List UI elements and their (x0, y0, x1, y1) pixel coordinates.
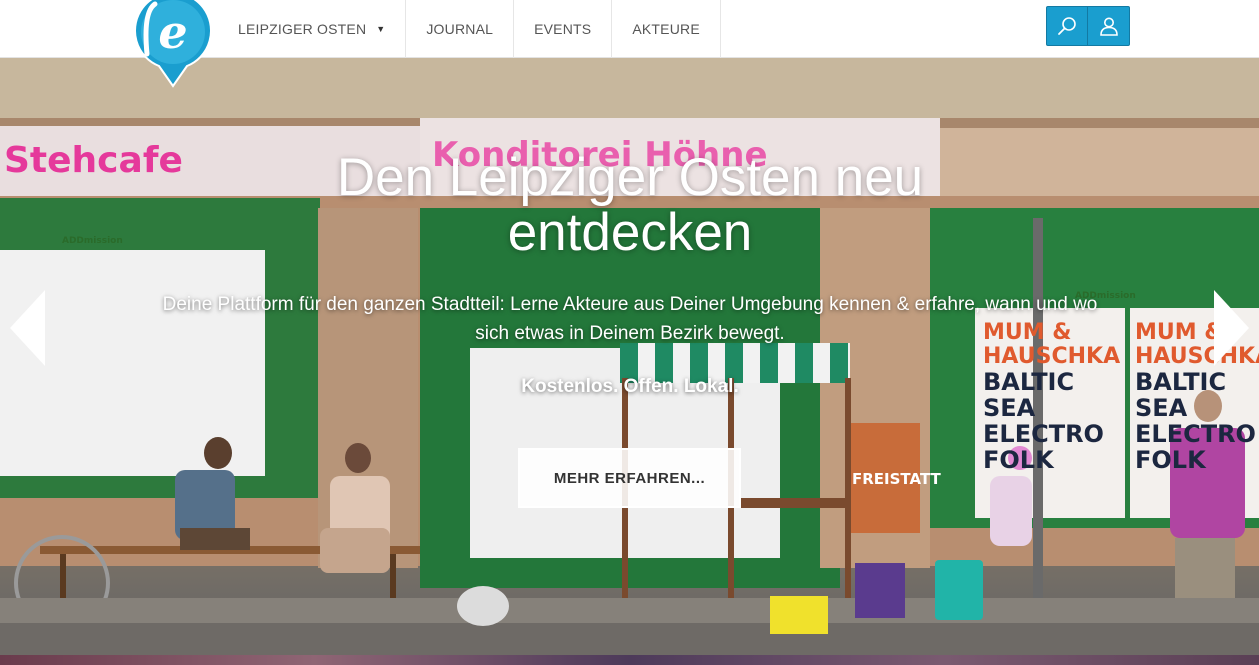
nav-item-leipziger-osten[interactable]: LEIPZIGER OSTEN ▼ (223, 0, 407, 58)
hero-claim: Kostenlos. Offen. Lokal. (521, 376, 739, 397)
svg-text:FREISTATT: FREISTATT (852, 470, 942, 488)
user-icon (1099, 17, 1118, 36)
svg-text:SEA: SEA (983, 394, 1036, 422)
header-tools (1046, 6, 1130, 46)
nav-item-label: EVENTS (534, 21, 592, 37)
slider-next-arrow-icon[interactable] (1213, 290, 1249, 366)
svg-text:ELECTRO: ELECTRO (1135, 420, 1256, 448)
nav-item-label: JOURNAL (426, 21, 494, 37)
svg-text:FOLK: FOLK (983, 446, 1055, 474)
nav-item-events[interactable]: EVENTS (514, 0, 613, 58)
svg-text:ADDmission: ADDmission (62, 236, 123, 246)
user-login-button[interactable] (1088, 7, 1129, 45)
site-logo[interactable]: e (133, 0, 213, 88)
hero-title: Den Leipziger Osten neu entdecken (336, 148, 924, 262)
dropdown-caret-icon: ▼ (376, 24, 386, 34)
next-section-preview (0, 655, 1259, 665)
svg-text:SEA: SEA (1135, 394, 1188, 422)
more-info-button[interactable]: MEHR ERFAHREN... (518, 448, 741, 508)
nav-item-journal[interactable]: JOURNAL (406, 0, 515, 58)
svg-text:MUM &: MUM & (1135, 320, 1224, 345)
svg-text:Stehcafe: Stehcafe (4, 140, 183, 181)
nav-item-label: AKTEURE (632, 21, 700, 37)
nav-item-label: LEIPZIGER OSTEN (238, 21, 367, 37)
nav-item-akteure[interactable]: AKTEURE (612, 0, 721, 58)
svg-text:BALTIC: BALTIC (1135, 368, 1226, 396)
hero-subtitle: Deine Plattform für den ganzen Stadtteil… (162, 294, 1098, 344)
search-icon (1058, 17, 1076, 35)
search-button[interactable] (1047, 7, 1089, 45)
main-navigation: LEIPZIGER OSTEN ▼ JOURNAL EVENTS AKTEURE (223, 0, 721, 58)
svg-text:FOLK: FOLK (1135, 446, 1207, 474)
logo-letter: e (158, 5, 187, 59)
svg-text:ELECTRO: ELECTRO (983, 420, 1104, 448)
slider-prev-arrow-icon[interactable] (10, 290, 46, 366)
svg-text:BALTIC: BALTIC (983, 368, 1074, 396)
